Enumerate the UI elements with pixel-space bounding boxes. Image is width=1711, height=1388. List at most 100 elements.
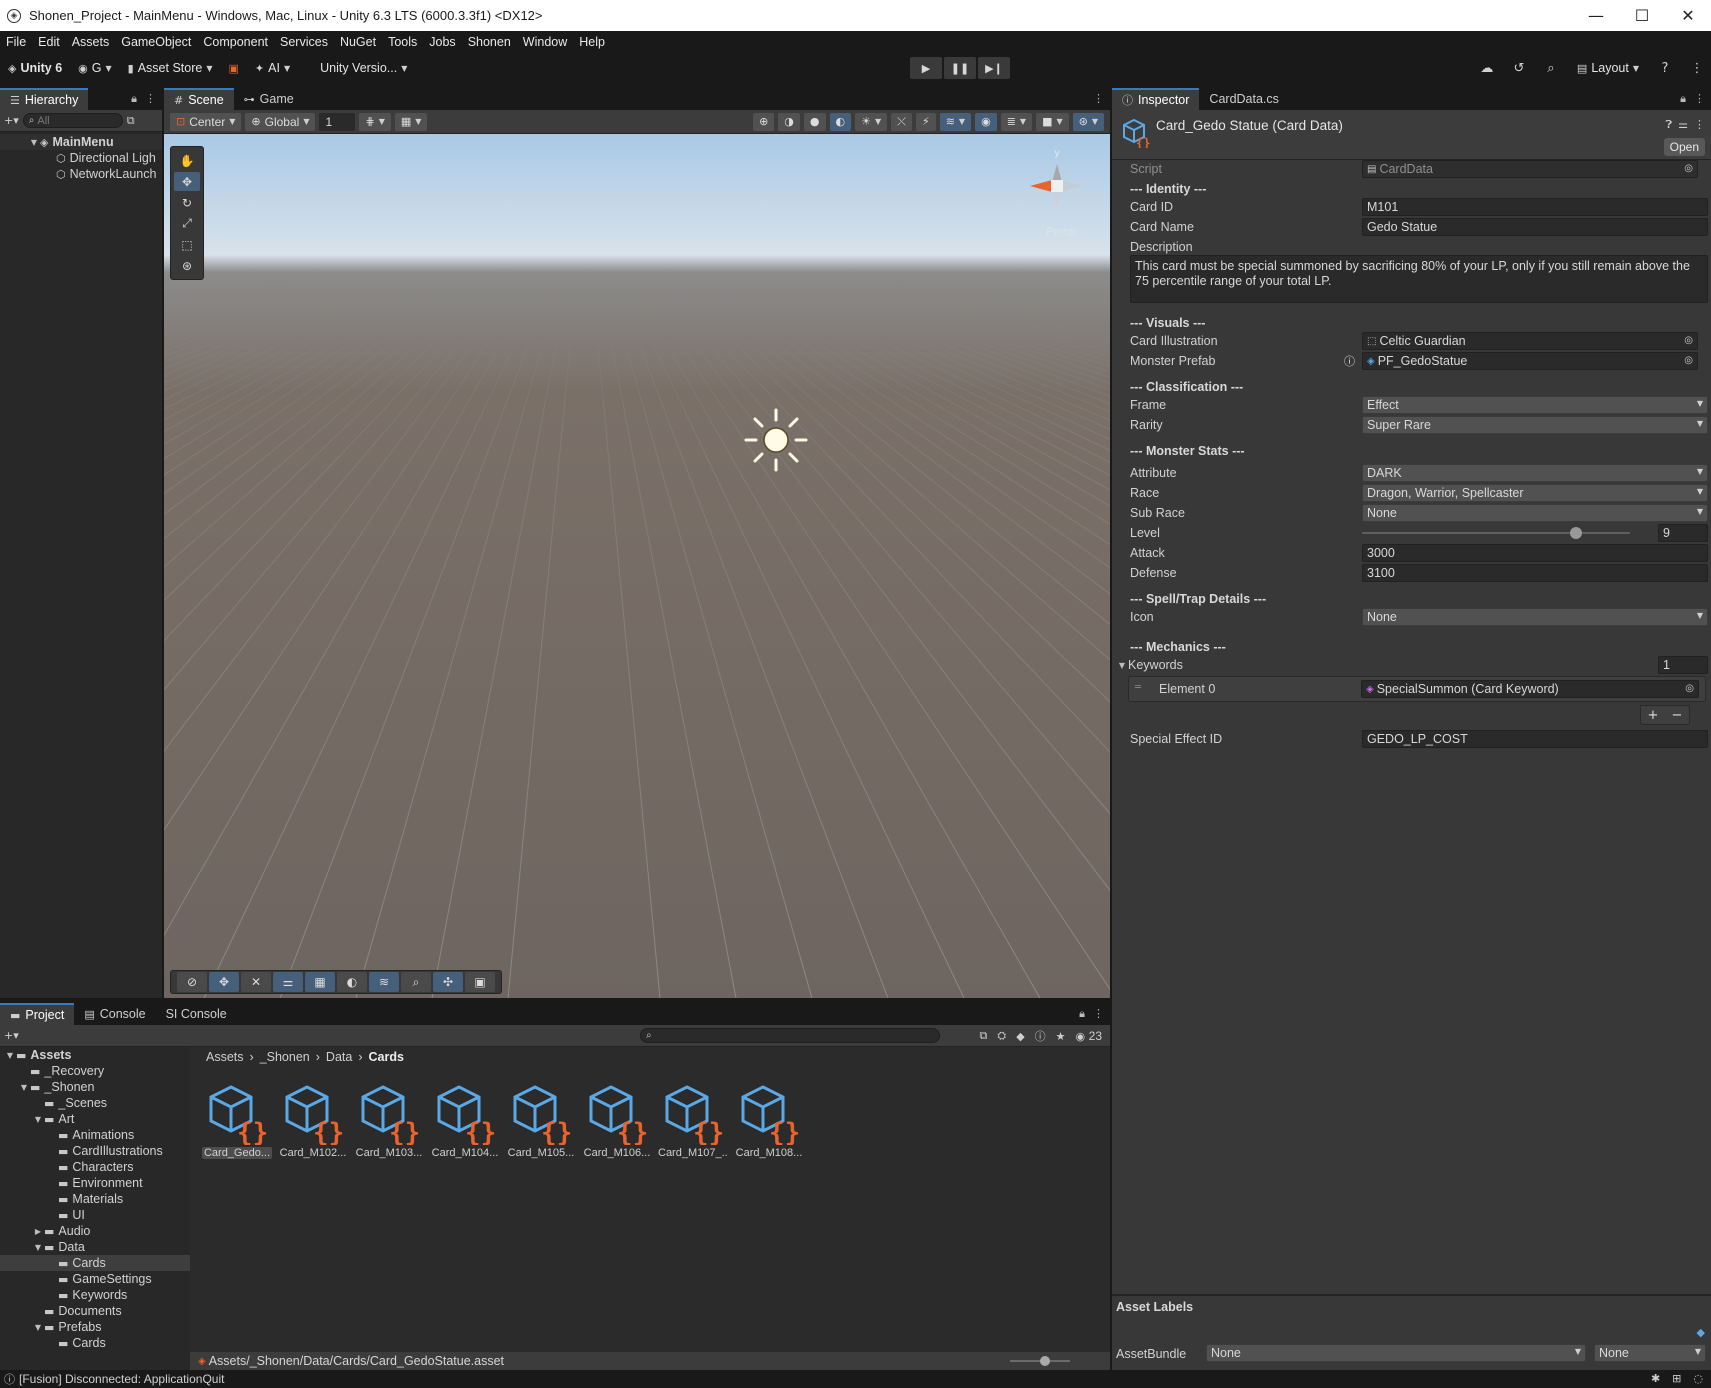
favorite-star-icon[interactable]: ★ [1056, 1030, 1066, 1043]
asset-item[interactable]: {} Card_M105... [506, 1083, 576, 1159]
tab-project[interactable]: ▬ Project [0, 1003, 75, 1025]
add-element-button[interactable]: + [1648, 708, 1659, 723]
more-icon[interactable]: ⋮ [1694, 92, 1705, 106]
folder-tree-item[interactable]: ▬ Keywords [0, 1287, 190, 1303]
search-mode-icon[interactable]: ⧉ [980, 1029, 988, 1043]
icon-size-slider-thumb[interactable] [1040, 1356, 1050, 1366]
increment-snap-dropdown[interactable]: ▦ ▼ [394, 112, 428, 131]
layers-dropdown[interactable]: ≣ ▼ [1000, 112, 1033, 131]
more-icon[interactable]: ⋮ [1093, 1007, 1104, 1021]
status-message[interactable]: [Fusion] Disconnected: ApplicationQuit [19, 1372, 224, 1386]
overlay-button[interactable]: ⊘ [177, 972, 207, 992]
snap-value-input[interactable]: 1 [319, 112, 356, 131]
version-control-dropdown[interactable]: Unity Versio... ▼ [312, 57, 415, 79]
lock-icon[interactable]: 🔒︎ [1079, 1007, 1085, 1021]
breadcrumb-shonen[interactable]: _Shonen [260, 1050, 310, 1064]
sub-race-dropdown[interactable]: None ▼ [1362, 504, 1708, 522]
defense-field[interactable]: 3100 [1362, 564, 1708, 582]
folder-tree-item[interactable]: ▬ Animations [0, 1127, 190, 1143]
folder-tree-item[interactable]: ▼ ▬ Assets [0, 1047, 190, 1063]
projection-label[interactable]: Persp [1046, 226, 1075, 238]
description-textarea[interactable]: This card must be special summoned by sa… [1130, 255, 1708, 303]
ai-dropdown[interactable]: ✦ AI ▼ [247, 57, 298, 79]
expand-arrow-icon[interactable]: ▶ [32, 1227, 44, 1236]
folder-tree-item[interactable]: ▬ GameSettings [0, 1271, 190, 1287]
attribute-dropdown[interactable]: DARK ▼ [1362, 464, 1708, 482]
folder-tree-item[interactable]: ▬ Cards [0, 1255, 190, 1271]
folder-tree-item[interactable]: ▼ ▬ Prefabs [0, 1319, 190, 1335]
expand-arrow-icon[interactable]: ▼ [32, 1115, 44, 1124]
space-dropdown[interactable]: ⊕ Global ▼ [245, 112, 316, 131]
assetbundle-name-dropdown[interactable]: None ▼ [1206, 1344, 1586, 1362]
card-id-field[interactable]: M101 [1362, 198, 1708, 216]
tab-inspector[interactable]: ⓘ Inspector [1112, 88, 1200, 110]
overlay-button[interactable]: ✣ [433, 972, 463, 992]
help-button[interactable]: ? [1651, 57, 1679, 79]
race-dropdown[interactable]: Dragon, Warrior, Spellcaster ▼ [1362, 484, 1708, 502]
object-picker-icon[interactable]: ◎ [1684, 355, 1693, 366]
overlay-button[interactable]: ✕ [241, 972, 271, 992]
folder-tree-item[interactable]: ▬ CardIllustrations [0, 1143, 190, 1159]
menu-help[interactable]: Help [573, 35, 611, 49]
tab-si-console[interactable]: SI Console [156, 1003, 237, 1025]
drag-handle-icon[interactable]: ═ [1135, 682, 1141, 693]
hierarchy-item[interactable]: ⬡ NetworkLaunch [0, 166, 162, 182]
folder-tree-item[interactable]: ▬ _Scenes [0, 1095, 190, 1111]
tab-hierarchy[interactable]: ☰ Hierarchy [0, 88, 89, 110]
level-slider-track[interactable] [1362, 532, 1630, 534]
close-button[interactable]: ✕ [1665, 0, 1711, 31]
shaded-button[interactable]: ● [803, 112, 826, 131]
object-picker-icon[interactable]: ◎ [1684, 335, 1693, 346]
hierarchy-item[interactable]: ⬡ Directional Ligh [0, 150, 162, 166]
keywords-row[interactable]: ▼ Keywords [1116, 656, 1711, 674]
special-effect-field[interactable]: GEDO_LP_COST [1362, 730, 1708, 748]
level-field[interactable]: 9 [1658, 524, 1708, 542]
asset-item[interactable]: {} Card_Gedo... [202, 1083, 272, 1159]
grid-snap-dropdown[interactable]: ⋕ ▼ [359, 112, 391, 131]
more-icon[interactable]: ⋮ [1694, 118, 1705, 132]
tab-scene[interactable]: # Scene [164, 88, 234, 110]
effects-dropdown[interactable]: ≋ ▼ [939, 112, 972, 131]
assetbundle-variant-dropdown[interactable]: None ▼ [1594, 1344, 1706, 1362]
view-gizmo[interactable]: y [1022, 144, 1092, 234]
asset-item[interactable]: {} Card_M103... [354, 1083, 424, 1159]
bug-icon[interactable]: ✱ [1651, 1372, 1660, 1385]
transform-tool-button[interactable]: ⊛ [174, 256, 200, 275]
pause-button[interactable]: ❚❚ [944, 57, 976, 79]
element0-field[interactable]: ◈ SpecialSummon (Card Keyword) ◎ [1361, 680, 1699, 698]
asset-item[interactable]: {} Card_M108... [734, 1083, 804, 1159]
overlay-button[interactable]: ≋ [369, 972, 399, 992]
open-button[interactable]: Open [1663, 138, 1705, 156]
breadcrumb-assets[interactable]: Assets [206, 1050, 244, 1064]
rarity-dropdown[interactable]: Super Rare ▼ [1362, 416, 1708, 434]
remove-element-button[interactable]: − [1672, 708, 1683, 723]
lock-icon[interactable]: 🔒︎ [1680, 92, 1686, 106]
scale-tool-button[interactable]: ⤢ [174, 214, 200, 233]
more-icon[interactable]: ⋮ [145, 92, 156, 106]
step-button[interactable]: ▶❙ [978, 57, 1010, 79]
frame-dropdown[interactable]: Effect ▼ [1362, 396, 1708, 414]
shaded-wire-button[interactable]: ◑ [778, 112, 800, 131]
menu-jobs[interactable]: Jobs [423, 35, 461, 49]
scene-filter-icon[interactable]: ⧉ [127, 114, 135, 128]
folder-tree-item[interactable]: ▬ Materials [0, 1191, 190, 1207]
folder-tree-item[interactable]: ▬ Cards [0, 1335, 190, 1351]
menu-nuget[interactable]: NuGet [334, 35, 382, 49]
folder-tree-item[interactable]: ▼ ▬ Data [0, 1239, 190, 1255]
tab-game[interactable]: ⊶ Game [234, 88, 304, 110]
asset-item[interactable]: {} Card_M102... [278, 1083, 348, 1159]
card-illustration-field[interactable]: ⬚ Celtic Guardian ◎ [1362, 332, 1698, 350]
expand-arrow-icon[interactable]: ▼ [4, 1051, 16, 1060]
layout-dropdown[interactable]: ▤ Layout ▼ [1569, 57, 1647, 79]
asset-item[interactable]: {} Card_M107_... [658, 1083, 728, 1159]
camera-dropdown[interactable]: ■ ▼ [1036, 112, 1069, 131]
hidden-packages-toggle[interactable]: ◉ 23 [1076, 1029, 1102, 1043]
minimize-button[interactable]: — [1573, 0, 1619, 31]
help-icon[interactable]: ❓︎ [1666, 118, 1673, 132]
menu-tools[interactable]: Tools [382, 35, 423, 49]
script-field[interactable]: ▤ CardData ◎ [1362, 160, 1698, 178]
expand-arrow-icon[interactable]: ▼ [32, 1323, 44, 1332]
asset-store-dropdown[interactable]: ▮ Asset Store ▼ [120, 57, 221, 79]
overlay-button[interactable]: ▣ [465, 972, 495, 992]
history-button[interactable]: ↺ [1505, 57, 1533, 79]
